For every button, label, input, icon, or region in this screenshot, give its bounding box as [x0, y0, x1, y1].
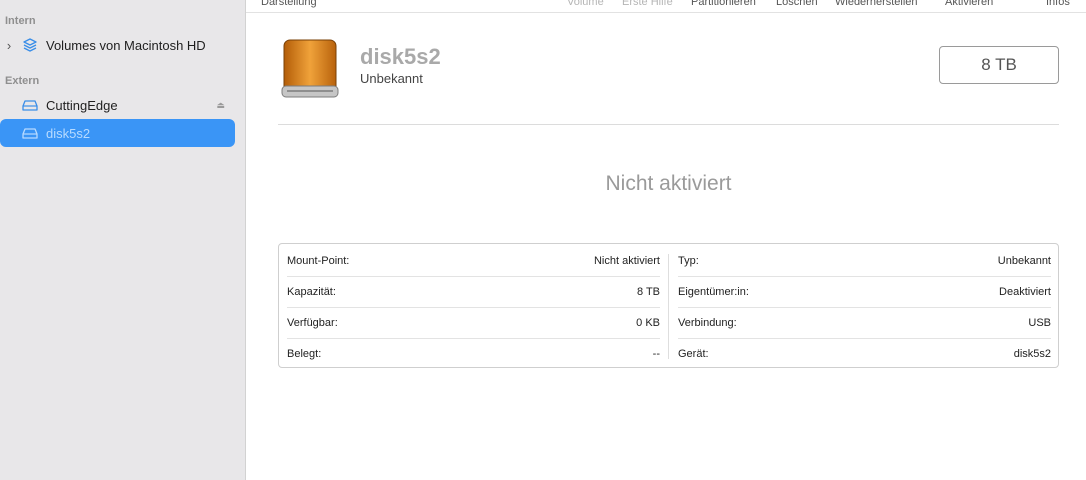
eject-icon[interactable]: ⏏: [216, 100, 225, 111]
info-label: Mount-Point:: [287, 255, 350, 267]
section-label-intern: Intern: [5, 15, 36, 27]
chevron-right-icon[interactable]: ›: [4, 38, 14, 53]
sidebar-item-label: Volumes von Macintosh HD: [46, 37, 206, 53]
external-drive-icon: [20, 97, 40, 113]
sidebar-item-cuttingedge[interactable]: CuttingEdge ⏏: [0, 91, 235, 119]
toolbar: Darstellung Volume Erste Hilfe Partition…: [246, 0, 1086, 13]
toolbar-aktivieren[interactable]: Aktivieren: [945, 0, 993, 8]
external-drive-icon: [281, 38, 339, 100]
disk-title: disk5s2: [360, 44, 441, 69]
external-drive-icon: [20, 125, 40, 141]
info-value: Nicht aktiviert: [593, 255, 660, 267]
info-row: Typ: Unbekannt: [678, 246, 1051, 277]
info-table: Mount-Point: Nicht aktiviert Kapazität: …: [278, 243, 1059, 368]
toolbar-partitionieren[interactable]: Partitionieren: [691, 0, 756, 8]
info-value: Unbekannt: [997, 255, 1051, 267]
toolbar-wiederherstellen[interactable]: Wiederherstellen: [835, 0, 918, 8]
mount-status-label: Nicht aktiviert: [605, 172, 732, 195]
info-label: Verbindung:: [678, 317, 737, 329]
info-value: --: [652, 347, 660, 360]
info-label: Eigentümer:in:: [678, 286, 749, 298]
info-value: Deaktiviert: [999, 286, 1051, 298]
toolbar-darstellung[interactable]: Darstellung: [261, 0, 317, 8]
info-label: Belegt:: [287, 347, 322, 360]
disk-subtitle: Unbekannt: [360, 71, 423, 86]
info-label: Typ:: [678, 255, 699, 267]
sidebar-item-label: CuttingEdge: [46, 97, 118, 113]
info-value: 0 KB: [636, 317, 660, 329]
column-divider: [668, 254, 669, 359]
disk-size-badge: 8 TB: [939, 46, 1059, 84]
info-row: Verfügbar: 0 KB: [287, 308, 660, 339]
info-row: Mount-Point: Nicht aktiviert: [287, 246, 660, 277]
info-row: Gerät: disk5s2: [678, 338, 1051, 369]
info-value: 8 TB: [636, 286, 660, 298]
sidebar-item-label: disk5s2: [46, 125, 91, 141]
info-row: Belegt: --: [287, 338, 660, 369]
sidebar-item-volumes-macintosh-hd[interactable]: › Volumes von Macintosh HD: [0, 31, 235, 59]
info-row: Verbindung: USB: [678, 308, 1051, 339]
info-value: disk5s2: [1013, 347, 1051, 360]
toolbar-erste-hilfe[interactable]: Erste Hilfe: [622, 0, 673, 8]
toolbar-infos[interactable]: Infos: [1046, 0, 1070, 8]
info-column-right: Typ: Unbekannt Eigentümer:in: Deaktivier…: [678, 244, 1051, 369]
info-label: Verfügbar:: [287, 317, 338, 329]
toolbar-loeschen[interactable]: Löschen: [776, 0, 818, 8]
sidebar: Intern › Volumes von Macintosh HD Extern…: [0, 0, 246, 480]
info-row: Kapazität: 8 TB: [287, 277, 660, 308]
sidebar-item-disk5s2[interactable]: disk5s2: [0, 119, 235, 147]
toolbar-volume[interactable]: Volume: [567, 0, 604, 8]
info-value: USB: [1028, 317, 1051, 329]
divider: [278, 124, 1059, 125]
section-label-extern: Extern: [5, 75, 40, 87]
info-label: Gerät:: [678, 347, 709, 360]
layers-icon: [20, 37, 40, 53]
info-label: Kapazität:: [287, 286, 336, 298]
info-column-left: Mount-Point: Nicht aktiviert Kapazität: …: [287, 244, 660, 369]
info-row: Eigentümer:in: Deaktiviert: [678, 277, 1051, 308]
